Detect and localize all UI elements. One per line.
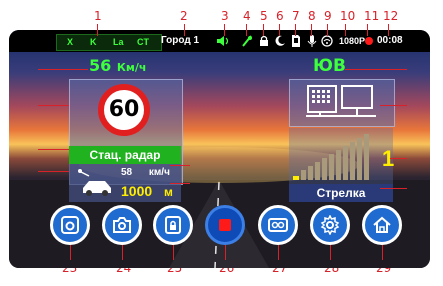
leader-line-17 [170,165,190,166]
device-screen: X K La CT Город 1 1080P 00:08 56 Км/ч ЮВ… [9,30,430,268]
callout-1: 1 [94,9,102,23]
leader-line-27 [278,245,279,260]
gps-icon [242,35,252,47]
speed-limit-sign: 60 [98,84,150,136]
microphone-icon [307,35,317,47]
current-speed-unit: Км/ч [116,61,147,74]
memory-card-icon [292,35,300,47]
leader-line-18 [170,183,190,184]
radar-type-label: Стац. радар [69,146,181,164]
photo-button[interactable] [50,205,90,245]
leader-line-14 [38,105,69,106]
city-mode: Город 1 [161,35,200,46]
current-speed-value: 56 [89,56,112,75]
signal-level-value: 1 [382,146,395,171]
record-stop-icon [219,219,231,231]
radar-bands: X K La CT [56,34,162,51]
callout-2: 2 [180,9,188,23]
lock-file-button[interactable] [153,205,193,245]
leader-line-24 [122,245,123,260]
target-distance-unit: м [164,185,173,199]
leader-line-25 [173,245,174,260]
signal-bars [293,134,369,180]
camera-type-label: Стрелка [289,184,393,202]
target-speed: 58 км/ч [121,167,170,178]
car-radar-icon [78,169,111,196]
leader-line-28 [330,245,331,260]
signal-level-panel [289,128,393,184]
leader-line-26 [225,245,226,260]
band-ct: CT [137,37,149,47]
leader-line-1 [97,24,98,36]
callout-5: 5 [260,9,268,23]
camera-type-panel [289,79,395,127]
camera-icon [113,217,131,233]
current-speed: 56 Км/ч [89,56,146,75]
leader-line-13 [38,69,88,70]
compass-direction: ЮВ [313,56,346,76]
callout-11: 11 [364,9,380,23]
band-la: La [113,37,124,47]
leader-line-8 [311,24,312,36]
leader-line-20 [380,105,407,106]
callout-3: 3 [221,9,229,23]
video-files-icon [268,218,288,232]
recording-indicator-icon [365,37,373,45]
night-mode-icon [275,35,285,46]
leader-line-15 [38,149,69,150]
lock-icon [260,35,268,46]
home-icon [373,216,391,233]
target-distance: 1000 м [121,183,173,199]
callout-10: 10 [340,9,356,23]
target-speed-unit: км/ч [148,167,170,178]
leader-line-3 [224,24,225,36]
settings-button[interactable] [310,205,350,245]
leader-line-9 [327,24,328,36]
camera-device-icon [306,85,376,117]
callout-7: 7 [292,9,300,23]
clock: 00:08 [377,35,403,46]
band-k: K [90,37,97,47]
callout-4: 4 [243,9,251,23]
target-speed-value: 58 [121,167,133,178]
leader-line-7 [295,24,296,36]
leader-line-4 [246,24,247,36]
wifi-icon [321,35,333,47]
band-x: X [67,37,74,47]
leader-line-21 [390,158,407,159]
leader-line-22 [380,188,407,189]
photo-icon [61,216,79,234]
target-info: 58 км/ч 1000 м [69,164,181,202]
leader-line-2 [184,24,185,36]
video-files-button[interactable] [258,205,298,245]
leader-line-19 [345,69,407,70]
home-button[interactable] [362,205,402,245]
callout-8: 8 [308,9,316,23]
gear-icon [320,215,340,235]
leader-line-6 [279,24,280,36]
leader-line-10 [345,24,346,36]
target-distance-value: 1000 [121,183,153,199]
leader-line-16 [38,171,69,172]
lock-file-icon [165,216,181,234]
record-button[interactable] [205,205,245,245]
leader-line-23 [70,245,71,260]
leader-line-29 [382,245,383,260]
leader-line-12 [388,24,389,36]
callout-6: 6 [276,9,284,23]
video-quality: 1080P [339,36,366,46]
camera-button[interactable] [102,205,142,245]
leader-line-5 [263,24,264,36]
volume-icon [217,36,229,46]
leader-line-11 [367,24,368,36]
callout-9: 9 [324,9,332,23]
callout-12: 12 [383,9,399,23]
